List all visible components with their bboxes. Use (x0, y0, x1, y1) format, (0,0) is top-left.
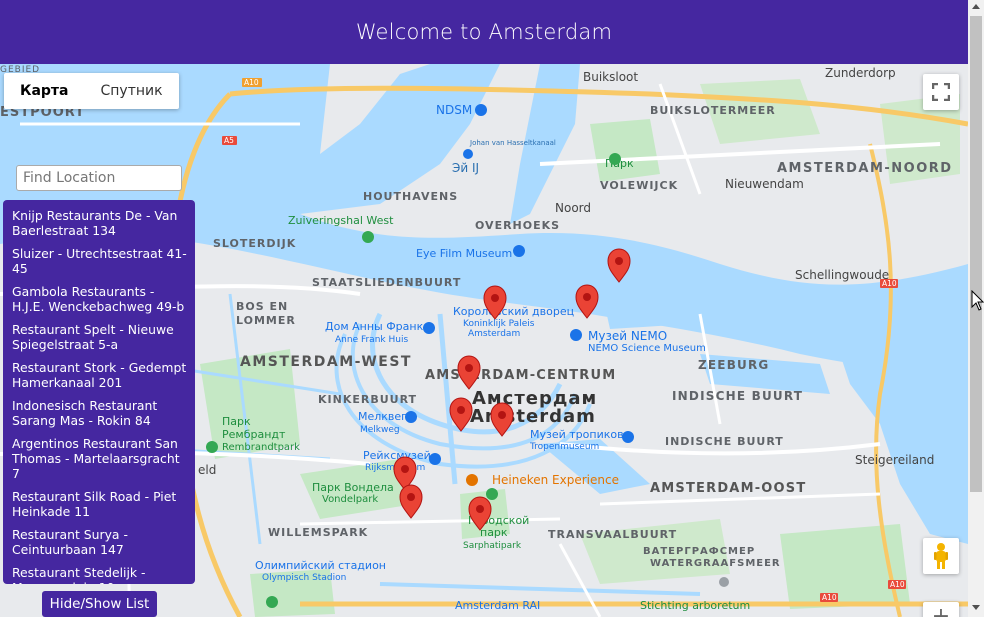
map-type-satellite-button[interactable]: Спутник (84, 73, 178, 109)
list-item[interactable]: Gambola Restaurants - H.J.E. Wenckebachw… (3, 282, 195, 320)
list-item[interactable]: Restaurant Silk Road - Piet Heinkade 11 (3, 487, 195, 525)
restaurant-marker[interactable] (457, 355, 481, 390)
restaurant-marker[interactable] (468, 496, 492, 531)
list-item[interactable]: Indonesisch Restaurant Sarang Mas - Roki… (3, 396, 195, 434)
street-view-pegman-icon (934, 543, 948, 569)
restaurant-marker[interactable] (483, 285, 507, 320)
restaurant-marker[interactable] (449, 397, 473, 432)
fullscreen-button[interactable] (923, 74, 959, 110)
restaurant-marker[interactable] (607, 248, 631, 283)
restaurant-marker[interactable] (490, 402, 514, 437)
scroll-down-icon[interactable] (972, 605, 980, 610)
list-item[interactable]: Restaurant Stedelijk - Museumplein 10 (3, 563, 195, 584)
list-item[interactable]: Knijp Restaurants De - Van Baerlestraat … (3, 206, 195, 244)
list-item[interactable]: Sluizer - Utrechtsestraat 41-45 (3, 244, 195, 282)
restaurant-list: Knijp Restaurants De - Van Baerlestraat … (3, 200, 195, 584)
find-location-input[interactable] (16, 165, 182, 191)
restaurant-marker[interactable] (575, 284, 599, 319)
page-title: Welcome to Amsterdam (355, 20, 613, 44)
list-item[interactable]: Restaurant Surya - Ceintuurbaan 147 (3, 525, 195, 563)
map-type-map-button[interactable]: Карта (4, 73, 84, 109)
app-header: Welcome to Amsterdam (0, 0, 968, 64)
map-type-control: Карта Спутник (4, 73, 179, 109)
scroll-up-icon[interactable] (972, 4, 980, 9)
fullscreen-icon (932, 83, 950, 101)
restaurant-marker[interactable] (399, 484, 423, 519)
zoom-in-button[interactable]: + (923, 602, 959, 617)
list-item[interactable]: Argentinos Restaurant San Thomas - Marte… (3, 434, 195, 487)
hide-show-list-button[interactable]: Hide/Show List (42, 591, 157, 617)
list-item[interactable]: Restaurant Stork - Gedempt Hamerkanaal 2… (3, 358, 195, 396)
scrollbar-thumb[interactable] (970, 16, 982, 492)
list-item[interactable]: Restaurant Spelt - Nieuwe Spiegelstraat … (3, 320, 195, 358)
street-view-button[interactable] (923, 538, 959, 574)
mouse-cursor-icon (971, 290, 984, 311)
